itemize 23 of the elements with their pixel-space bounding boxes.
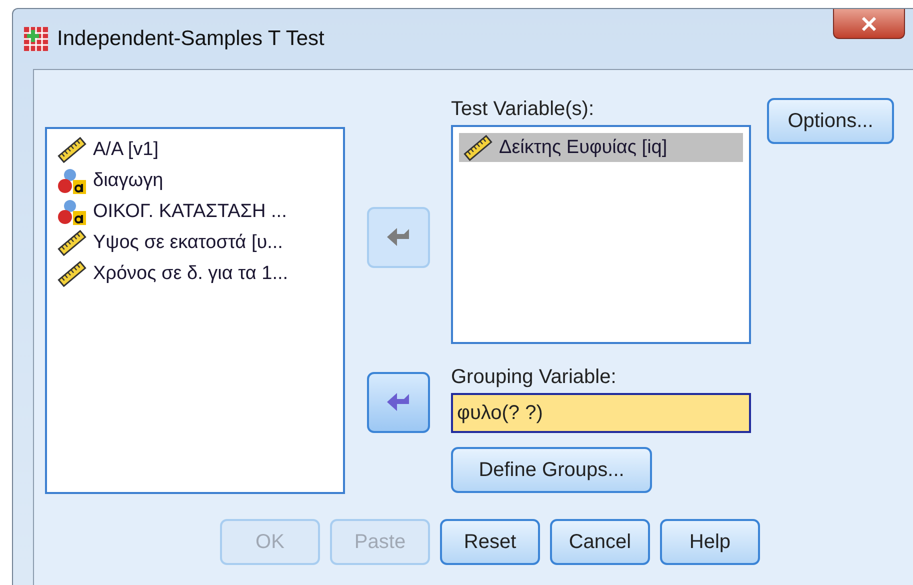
variable-item[interactable]: Χρόνος σε δ. για τα 1... — [53, 259, 337, 288]
variable-item[interactable]: διαγωγη — [53, 166, 337, 195]
variable-item[interactable]: ΟΙΚΟΓ. ΚΑΤΑΣΤΑΣΗ ... — [53, 197, 337, 226]
options-button[interactable]: Options... — [767, 98, 894, 144]
variable-item[interactable]: Α/Α [v1] — [53, 135, 337, 164]
move-button[interactable] — [366, 372, 430, 433]
variable-item[interactable]: Δείκτης Ευφυίας [iq] — [459, 133, 743, 162]
dialog-button[interactable]: Cancel — [550, 519, 650, 565]
variable-item[interactable]: Υψος σε εκατοστά [υ... — [53, 228, 337, 257]
window-title: Independent-Samples T Test — [57, 27, 326, 51]
close-icon — [861, 16, 877, 30]
field-label: Test Variable(s): — [451, 98, 596, 121]
nominal-variable-icon — [57, 166, 87, 194]
dialog-button[interactable]: Reset — [440, 519, 540, 565]
close-button[interactable] — [833, 9, 905, 39]
field-label: Grouping Variable: — [451, 366, 618, 389]
arrow-icon — [385, 226, 411, 248]
table-icon — [23, 26, 49, 52]
dialog-button[interactable]: Help — [660, 519, 760, 565]
arrow-icon — [385, 392, 411, 414]
define-groups-button[interactable]: Define Groups... — [451, 447, 652, 493]
nominal-variable-icon — [57, 198, 87, 226]
grouping-field[interactable]: φυλο(? ?) — [451, 393, 751, 433]
